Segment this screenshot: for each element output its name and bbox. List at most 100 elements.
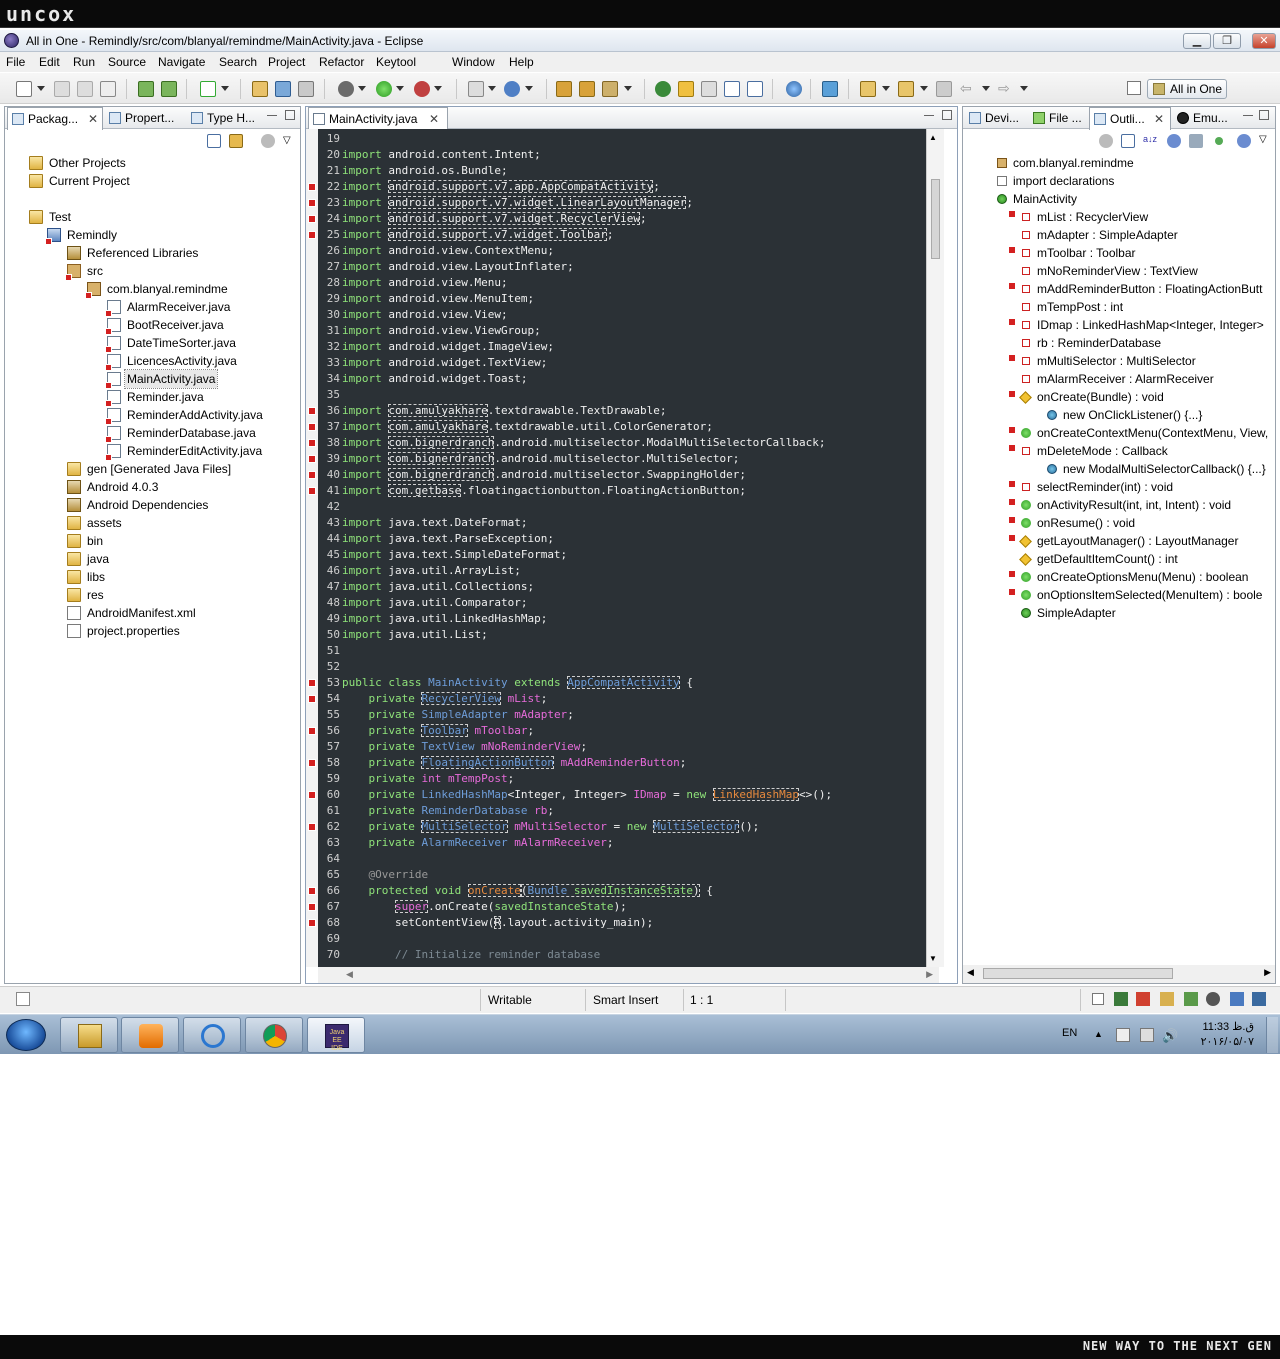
- android-sdk-icon[interactable]: [138, 81, 154, 97]
- annotation-icon[interactable]: [655, 81, 671, 97]
- open-type-icon[interactable]: [252, 81, 268, 97]
- hide-fields-icon[interactable]: [1167, 134, 1181, 148]
- code-line[interactable]: private AlarmReceiver mAlarmReceiver;: [342, 835, 614, 851]
- code-line[interactable]: import android.support.v7.app.AppCompatA…: [342, 179, 660, 195]
- code-line[interactable]: import android.view.ContextMenu;: [342, 243, 554, 259]
- search-icon[interactable]: [298, 81, 314, 97]
- code-line[interactable]: import java.util.ArrayList;: [342, 563, 521, 579]
- network-icon[interactable]: [1140, 1028, 1154, 1042]
- problems-icon[interactable]: [1136, 992, 1150, 1006]
- error-marker-icon[interactable]: [308, 471, 316, 479]
- web-service-icon[interactable]: [504, 81, 520, 97]
- open-folder-icon[interactable]: [556, 81, 572, 97]
- close-icon[interactable]: ✕: [1154, 108, 1164, 130]
- fast-view-icon[interactable]: [16, 992, 30, 1006]
- close-icon[interactable]: ✕: [429, 108, 439, 130]
- error-marker-icon[interactable]: [308, 407, 316, 415]
- view-menu-icon[interactable]: ▽: [1259, 134, 1273, 148]
- collapse-all-icon[interactable]: [1121, 134, 1135, 148]
- hide-local-types-icon[interactable]: [1237, 134, 1251, 148]
- focus-icon[interactable]: [261, 134, 275, 148]
- scrollbar-thumb[interactable]: [983, 968, 1173, 979]
- code-line[interactable]: import java.util.Collections;: [342, 579, 534, 595]
- chrome-taskbar-button[interactable]: [245, 1017, 303, 1053]
- console-icon[interactable]: [1114, 992, 1128, 1006]
- code-line[interactable]: import android.view.Menu;: [342, 275, 508, 291]
- code-line[interactable]: import android.widget.TextView;: [342, 355, 547, 371]
- scrollbar-thumb[interactable]: [931, 179, 940, 259]
- error-marker-icon[interactable]: [308, 487, 316, 495]
- new-icon[interactable]: [16, 81, 32, 97]
- menu-run[interactable]: Run: [73, 55, 95, 69]
- eclipse-taskbar-button[interactable]: Java EE IDE: [307, 1017, 365, 1053]
- error-marker-icon[interactable]: [308, 823, 316, 831]
- maximize-view-button[interactable]: [285, 110, 295, 120]
- code-line[interactable]: import java.text.ParseException;: [342, 531, 554, 547]
- maximize-button[interactable]: ❐: [1213, 33, 1241, 49]
- horizontal-scrollbar[interactable]: ◀ ▶: [318, 967, 939, 983]
- scroll-up-icon[interactable]: ▲: [929, 133, 937, 142]
- open-task-icon[interactable]: [275, 81, 291, 97]
- code-line[interactable]: import android.widget.Toast;: [342, 371, 527, 387]
- logcat-icon[interactable]: [1206, 992, 1220, 1006]
- code-line[interactable]: private MultiSelector mMultiSelector = n…: [342, 819, 759, 835]
- next-annotation-icon[interactable]: [860, 81, 876, 97]
- avd-manager-icon[interactable]: [161, 81, 177, 97]
- code-area[interactable]: 19 20 import android.content.Intent; 21 impo…: [318, 129, 926, 967]
- link-with-editor-icon[interactable]: [229, 134, 243, 148]
- print-icon[interactable]: [100, 81, 116, 97]
- code-line[interactable]: import android.view.ViewGroup;: [342, 323, 541, 339]
- open-project-icon[interactable]: [579, 81, 595, 97]
- code-line[interactable]: super.onCreate(savedInstanceState);: [342, 899, 627, 915]
- code-line[interactable]: private TextView mNoReminderView;: [342, 739, 588, 755]
- error-marker-icon[interactable]: [308, 183, 316, 191]
- code-line[interactable]: import java.util.List;: [342, 627, 488, 643]
- ie-taskbar-button[interactable]: [183, 1017, 241, 1053]
- code-line[interactable]: import java.util.Comparator;: [342, 595, 527, 611]
- brush-icon[interactable]: [602, 81, 618, 97]
- code-line[interactable]: import com.bignerdranch.android.multisel…: [342, 451, 739, 467]
- whitespace-icon[interactable]: [747, 81, 763, 97]
- action-center-icon[interactable]: [1116, 1028, 1130, 1042]
- media-player-taskbar-button[interactable]: [121, 1017, 179, 1053]
- code-line[interactable]: import android.widget.ImageView;: [342, 339, 554, 355]
- globe-icon[interactable]: [786, 81, 802, 97]
- error-marker-icon[interactable]: [308, 887, 316, 895]
- hide-nonpublic-icon[interactable]: [1215, 137, 1223, 145]
- error-marker-icon[interactable]: [308, 439, 316, 447]
- checkbox-icon[interactable]: [200, 81, 216, 97]
- tab-devices[interactable]: Devi...: [965, 107, 1027, 129]
- code-line[interactable]: import com.bignerdranch.android.multisel…: [342, 435, 825, 451]
- code-line[interactable]: import android.support.v7.widget.Toolbar…: [342, 227, 614, 243]
- new-server-icon[interactable]: [468, 81, 484, 97]
- code-line[interactable]: // Initialize reminder database: [342, 947, 600, 963]
- tab-properties[interactable]: Propert...: [105, 107, 185, 129]
- menu-file[interactable]: File: [6, 55, 25, 69]
- code-line[interactable]: setContentView(R.layout.activity_main);: [342, 915, 653, 931]
- outline-horizontal-scrollbar[interactable]: ◀ ▶: [963, 965, 1275, 983]
- forward-icon[interactable]: ⇨: [998, 81, 1014, 97]
- sort-icon[interactable]: a↓z: [1143, 134, 1157, 148]
- minimize-view-button[interactable]: [267, 115, 277, 117]
- save-icon[interactable]: [54, 81, 70, 97]
- error-marker-icon[interactable]: [308, 919, 316, 927]
- run-icon[interactable]: [376, 81, 392, 97]
- code-line[interactable]: import com.amulyakhare.textdrawable.Text…: [342, 403, 667, 419]
- highlight-icon[interactable]: [678, 81, 694, 97]
- code-line[interactable]: import java.text.DateFormat;: [342, 515, 527, 531]
- menu-source[interactable]: Source: [108, 55, 146, 69]
- progress-icon[interactable]: [1184, 992, 1198, 1006]
- code-line[interactable]: import android.view.MenuItem;: [342, 291, 534, 307]
- menu-search[interactable]: Search: [219, 55, 257, 69]
- error-marker-icon[interactable]: [308, 455, 316, 463]
- menu-navigate[interactable]: Navigate: [158, 55, 205, 69]
- maximize-editor-button[interactable]: [942, 110, 952, 120]
- close-button[interactable]: ✕: [1252, 33, 1276, 49]
- code-line[interactable]: private SimpleAdapter mAdapter;: [342, 707, 574, 723]
- scroll-left-icon[interactable]: ◀: [346, 969, 353, 980]
- scroll-right-icon[interactable]: ▶: [926, 969, 933, 980]
- show-desktop-button[interactable]: [1266, 1017, 1278, 1053]
- menu-edit[interactable]: Edit: [39, 55, 60, 69]
- menu-help[interactable]: Help: [509, 55, 534, 69]
- code-line[interactable]: import com.getbase.floatingactionbutton.…: [342, 483, 746, 499]
